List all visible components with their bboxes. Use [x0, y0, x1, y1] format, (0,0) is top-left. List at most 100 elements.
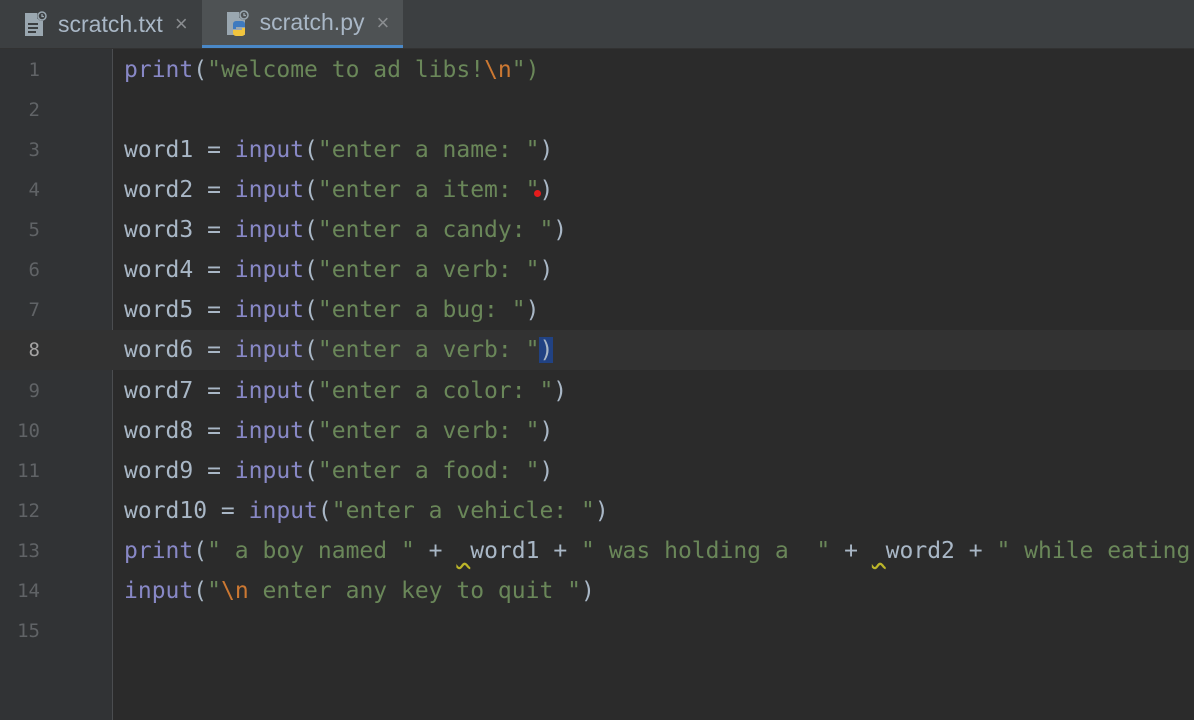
code-text: word4 = input("enter a verb: ")	[124, 250, 553, 290]
string-token: " was holding a "	[581, 538, 831, 564]
punct-token: )	[525, 297, 540, 323]
line-number: 2	[28, 99, 40, 121]
code-text: input("\n enter any key to quit ")	[124, 571, 595, 611]
builtin-token: input	[248, 498, 318, 524]
escape-token: \n	[220, 578, 249, 604]
code-line[interactable]: 10 word8 = input("enter a verb: ")	[0, 411, 1194, 451]
identifier-token: word8 =	[124, 418, 235, 444]
line-number: 12	[17, 500, 40, 522]
punct-token: )	[539, 257, 554, 283]
code-line[interactable]: 6 word4 = input("enter a verb: ")	[0, 250, 1194, 290]
string-token: "enter a name: "	[317, 137, 540, 163]
line-number: 14	[17, 580, 40, 602]
string-token: "enter a item: "	[317, 177, 540, 203]
line-number: 10	[17, 420, 40, 442]
python-file-icon	[224, 9, 250, 37]
close-icon[interactable]: ×	[175, 11, 188, 37]
string-token: enter any key to quit "	[248, 578, 582, 604]
tab-scratch-txt[interactable]: scratch.txt ×	[0, 0, 202, 48]
code-text: word8 = input("enter a verb: ")	[124, 411, 553, 451]
tab-scratch-py[interactable]: scratch.py ×	[201, 0, 404, 48]
identifier-token: word1 =	[124, 137, 235, 163]
punct-token: (	[304, 297, 318, 323]
code-text: word6 = input("enter a verb: ")	[124, 330, 554, 370]
tab-label: scratch.py	[259, 9, 365, 35]
string-token: " while eating	[996, 538, 1191, 564]
code-line-current[interactable]: 8 word6 = input("enter a verb: ")	[0, 330, 1194, 370]
code-line[interactable]: 15	[0, 611, 1194, 651]
code-line[interactable]: 4 word2 = input("enter a item: ")	[0, 170, 1194, 210]
line-number: 6	[28, 259, 40, 281]
string-token: "enter a vehicle: "	[331, 498, 595, 524]
string-token: " a boy named "	[207, 538, 415, 564]
punct-token: )	[539, 418, 554, 444]
builtin-token: input	[234, 418, 305, 444]
builtin-token: input	[234, 337, 305, 363]
identifier-token: word2 =	[124, 177, 235, 203]
punct-token: )	[553, 217, 568, 243]
line-number: 5	[28, 219, 40, 241]
code-text: print(" a boy named " + word1 + " was ho…	[124, 531, 1190, 571]
punct-token: (	[304, 418, 318, 444]
editor-tab-bar: scratch.txt × scratch.py ×	[0, 0, 1194, 49]
line-number: 15	[17, 620, 40, 642]
string-token: "enter a verb: "	[317, 418, 540, 444]
builtin-token: print	[124, 57, 194, 83]
punct-token: )	[539, 137, 554, 163]
operator-token: +	[414, 538, 457, 564]
punct-token: (	[317, 498, 332, 524]
pep8-warning-underline	[456, 538, 470, 564]
string-token: "	[207, 578, 221, 604]
punct-token: (	[304, 337, 318, 363]
string-token: "enter a verb: "	[317, 337, 540, 363]
operator-token: +	[830, 538, 872, 564]
punct-token: )	[539, 458, 554, 484]
punct-token: (	[304, 217, 318, 243]
identifier-token: word5 =	[124, 297, 235, 323]
code-line[interactable]: 7 word5 = input("enter a bug: ")	[0, 290, 1194, 330]
code-editor[interactable]: 1 print("welcome to ad libs!\n") 2 3 wor…	[0, 49, 1194, 720]
code-line[interactable]: 2	[0, 90, 1194, 130]
string-token: "enter a bug: "	[317, 297, 526, 323]
punct-token: (	[304, 458, 318, 484]
matched-brace-highlight: )	[539, 337, 554, 363]
identifier-token: word2 +	[885, 538, 997, 564]
code-line[interactable]: 12 word10 = input("enter a vehicle: ")	[0, 491, 1194, 531]
identifier-token: word7 =	[124, 378, 235, 404]
builtin-token: input	[234, 378, 305, 404]
line-number: 8	[28, 339, 40, 361]
builtin-token: input	[234, 458, 305, 484]
code-line[interactable]: 14 input("\n enter any key to quit ")	[0, 571, 1194, 611]
identifier-token: word9 =	[124, 458, 235, 484]
punct-token: )	[553, 378, 568, 404]
identifier-token: word10 =	[124, 498, 249, 524]
close-icon[interactable]: ×	[377, 10, 390, 36]
builtin-token: print	[124, 538, 194, 564]
builtin-token: input	[234, 177, 305, 203]
punct-token: )	[539, 177, 554, 203]
identifier-token: word4 =	[124, 257, 235, 283]
line-number: 13	[17, 540, 40, 562]
code-text: word2 = input("enter a item: ")	[124, 170, 553, 210]
builtin-token: input	[234, 217, 305, 243]
breakpoint-marker-icon	[534, 190, 541, 197]
code-line[interactable]: 9 word7 = input("enter a color: ")	[0, 371, 1194, 411]
pep8-warning-underline	[872, 538, 886, 564]
code-line[interactable]: 3 word1 = input("enter a name: ")	[0, 130, 1194, 170]
code-text: word5 = input("enter a bug: ")	[124, 290, 539, 330]
identifier-token: word6 =	[124, 337, 235, 363]
punct-token: (	[193, 578, 208, 604]
string-token: "enter a verb: "	[317, 257, 540, 283]
code-line[interactable]: 5 word3 = input("enter a candy: ")	[0, 210, 1194, 250]
code-text: print("welcome to ad libs!\n")	[124, 50, 539, 90]
punct-token: (	[304, 177, 318, 203]
line-number: 7	[28, 299, 40, 321]
code-text: word9 = input("enter a food: ")	[124, 451, 553, 491]
code-line[interactable]: 11 word9 = input("enter a food: ")	[0, 451, 1194, 491]
code-line[interactable]: 1 print("welcome to ad libs!\n")	[0, 50, 1194, 90]
builtin-token: input	[234, 137, 305, 163]
string-token: "enter a candy: "	[317, 217, 554, 243]
code-line[interactable]: 13 print(" a boy named " + word1 + " was…	[0, 531, 1194, 571]
string-token: "welcome to ad libs!	[207, 57, 485, 83]
code-text: word3 = input("enter a candy: ")	[124, 210, 567, 250]
